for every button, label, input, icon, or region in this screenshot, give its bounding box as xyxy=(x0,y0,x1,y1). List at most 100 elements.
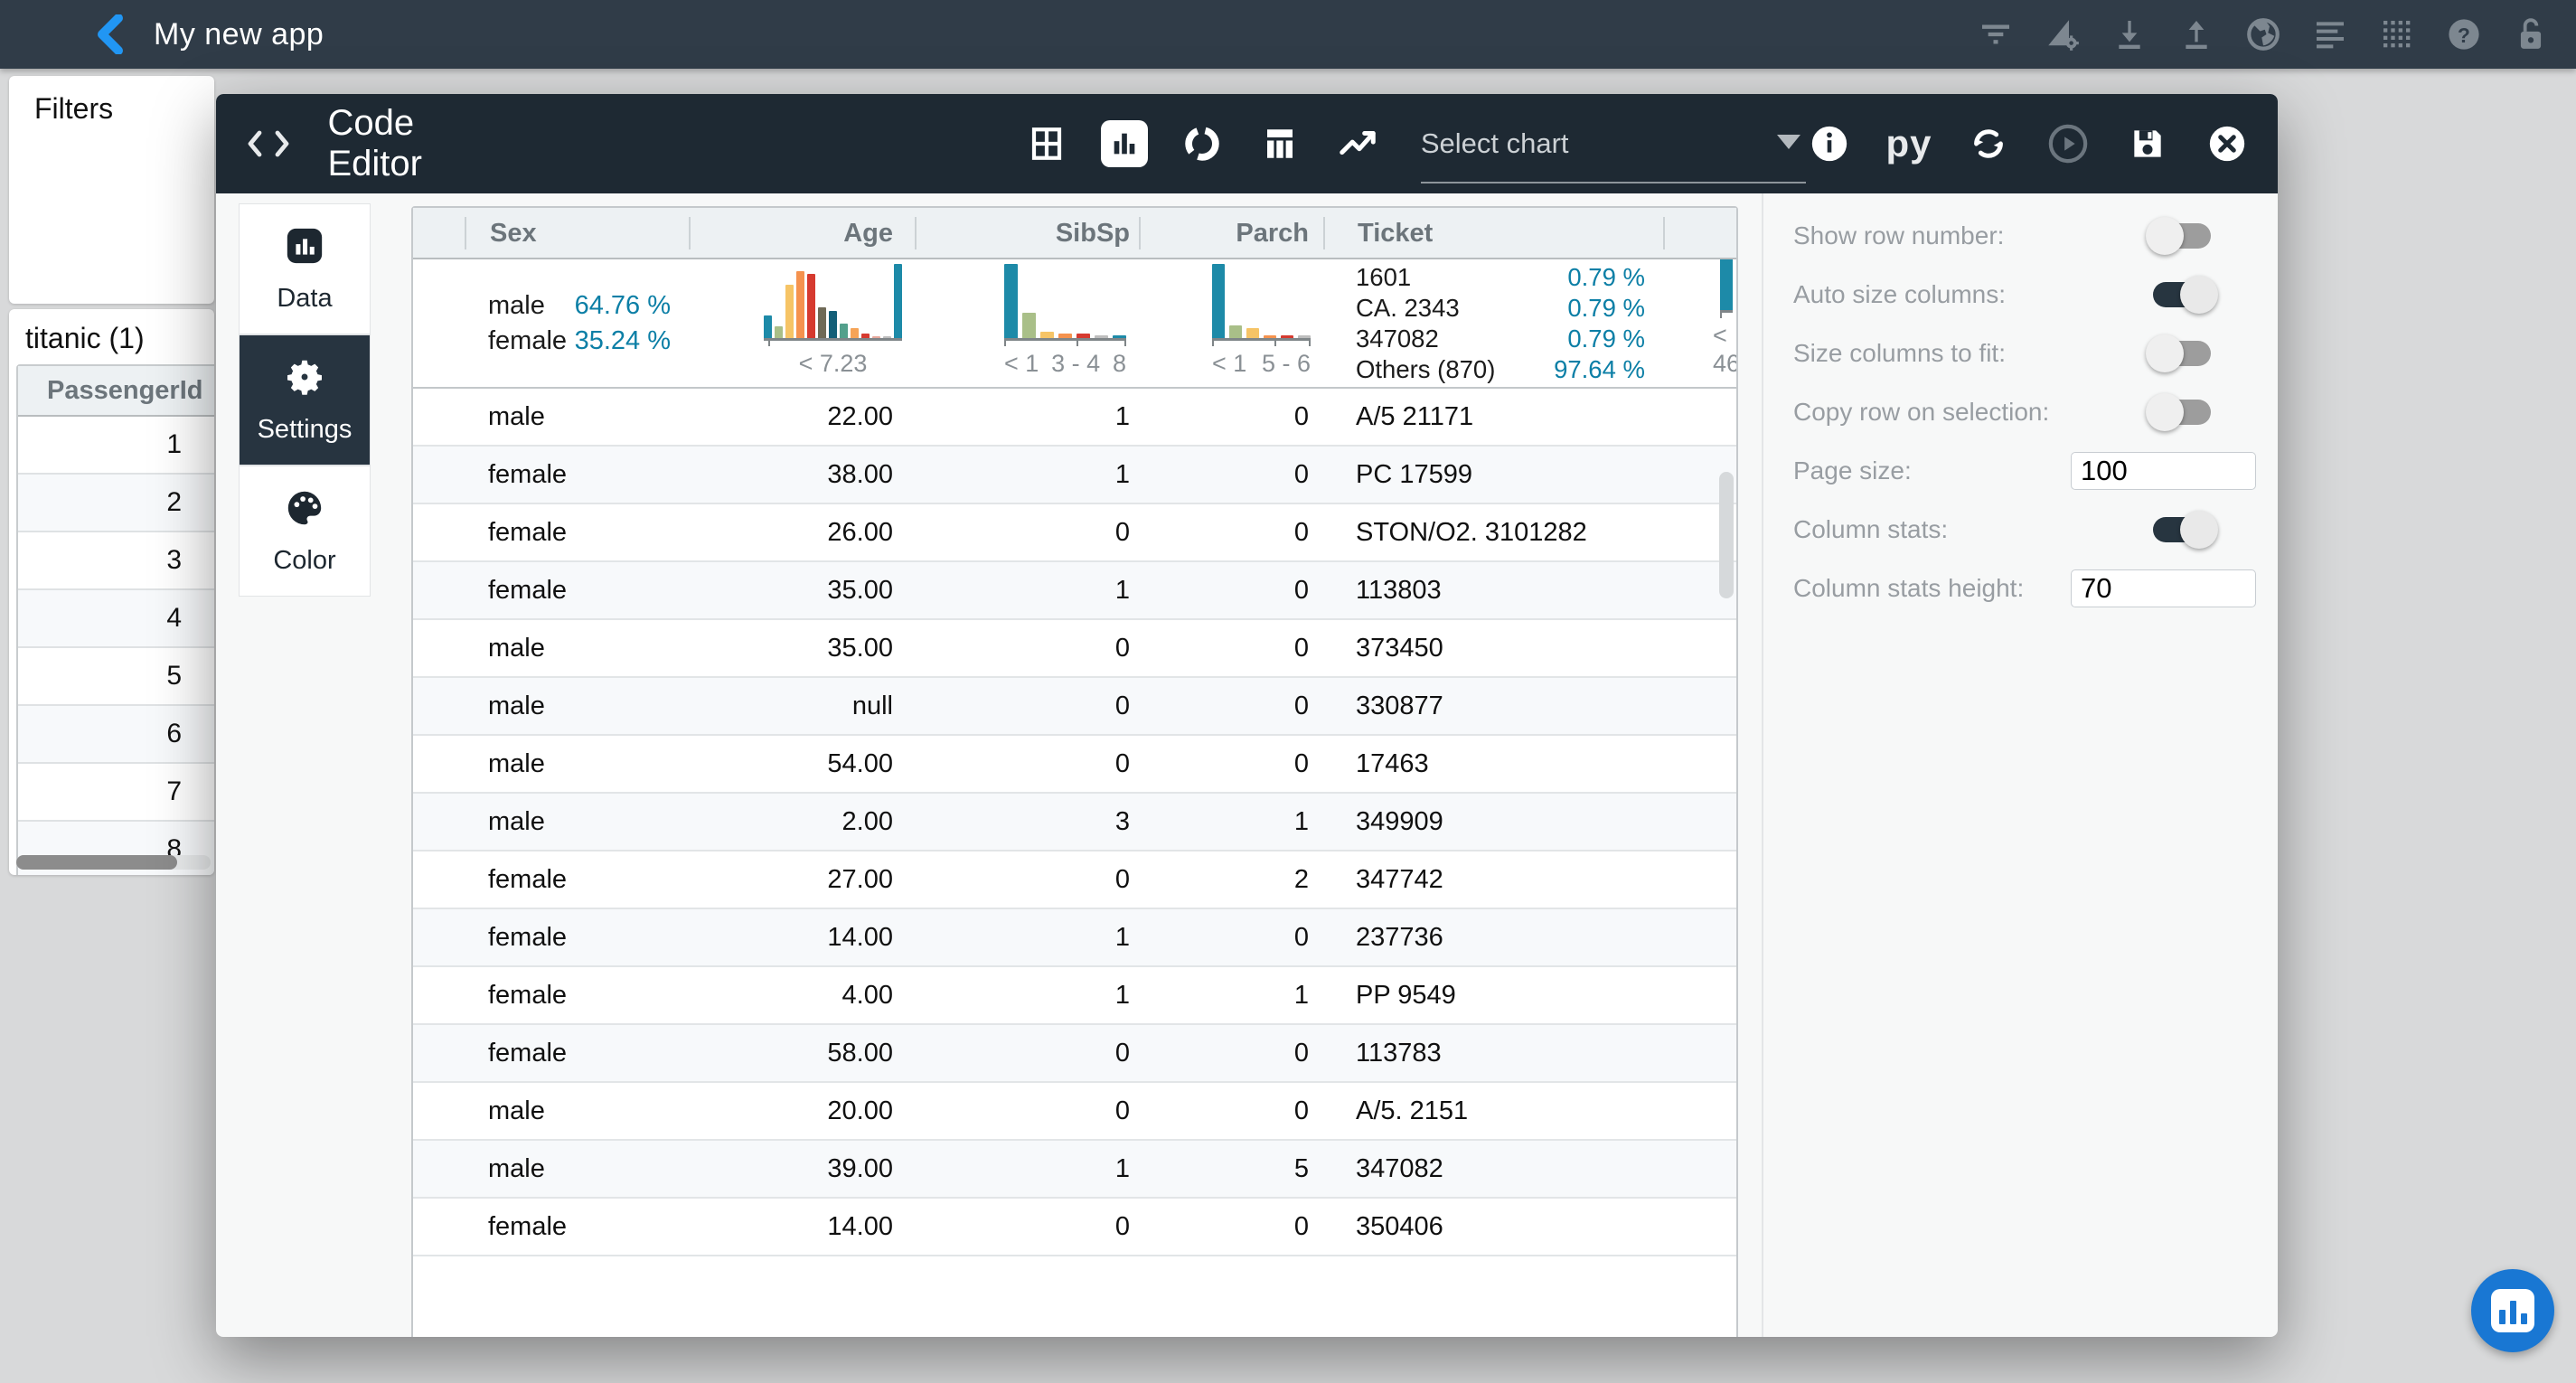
table-row[interactable]: female4.0011PP 9549 xyxy=(413,967,1736,1025)
cell-parch: 0 xyxy=(1139,1096,1323,1126)
cell-sex: female xyxy=(465,923,689,953)
column-header-parch[interactable]: Parch xyxy=(1139,217,1323,249)
back-button[interactable] xyxy=(90,14,130,54)
list-icon[interactable] xyxy=(2310,14,2350,54)
select-chart-dropdown[interactable]: Select chart xyxy=(1421,127,1806,160)
passengerid-column-header[interactable]: PassengerId xyxy=(18,376,202,406)
column-header-sex[interactable]: Sex xyxy=(465,217,689,249)
table-row[interactable]: 5 xyxy=(18,648,214,706)
setting-input[interactable] xyxy=(2071,569,2256,607)
bar-chart-icon[interactable] xyxy=(1101,120,1148,167)
ticket-stat-label: 1601 xyxy=(1356,262,1411,293)
table-vertical-scrollbar[interactable] xyxy=(1716,341,1735,1337)
table-row[interactable]: malenull00330877 xyxy=(413,678,1736,736)
scrollbar-thumb[interactable] xyxy=(16,855,177,870)
setting-label: Auto size columns: xyxy=(1793,280,2006,309)
column-header-ticket[interactable]: Ticket xyxy=(1323,217,1663,249)
setting-input[interactable] xyxy=(2071,452,2256,490)
grid-dots-icon[interactable] xyxy=(2377,14,2417,54)
upload-icon[interactable] xyxy=(2176,14,2216,54)
globe-icon[interactable] xyxy=(2243,14,2283,54)
table-row[interactable]: 1 xyxy=(18,417,214,475)
toggle-off[interactable] xyxy=(2153,341,2211,366)
toggle-knob[interactable] xyxy=(2146,334,2184,372)
column-header-gap xyxy=(413,217,465,249)
axis-tick xyxy=(1274,338,1276,346)
toggle-off[interactable] xyxy=(2153,400,2211,425)
histogram-bar xyxy=(1022,313,1036,338)
rail-tab-color[interactable]: Color xyxy=(239,466,371,597)
toggle-knob[interactable] xyxy=(2146,217,2184,255)
run-icon[interactable] xyxy=(2045,120,2092,167)
python-button[interactable]: py xyxy=(1885,120,1932,167)
app-title: My new app xyxy=(154,17,324,52)
setting-row: Size columns to fit: xyxy=(1793,324,2278,382)
table-row[interactable]: male20.0000A/5. 2151 xyxy=(413,1083,1736,1141)
histogram-bar xyxy=(1095,335,1108,338)
table-row[interactable]: male2.0031349909 xyxy=(413,794,1736,851)
cell-ticket: 237736 xyxy=(1323,923,1663,953)
cell-ticket: 347082 xyxy=(1323,1154,1663,1184)
toggle-on[interactable] xyxy=(2153,282,2211,307)
table-row[interactable]: male54.000017463 xyxy=(413,736,1736,794)
dropdown-underline xyxy=(1421,182,1806,183)
info-icon[interactable] xyxy=(1806,120,1853,167)
table-row[interactable]: female27.0002347742 xyxy=(413,851,1736,909)
column-stats-row: male64.76 %female35.24 % < 7.23 < 13 - 4… xyxy=(413,259,1736,389)
table-row[interactable]: female14.0010237736 xyxy=(413,909,1736,967)
table-row[interactable]: 2 xyxy=(18,475,214,532)
table-row[interactable]: male35.0000373450 xyxy=(413,620,1736,678)
caption-label: 8 xyxy=(1113,350,1126,378)
cell-sibsp: 0 xyxy=(915,1039,1139,1068)
table-row[interactable]: male39.0015347082 xyxy=(413,1141,1736,1199)
table-grid-icon[interactable] xyxy=(1023,120,1070,167)
column-header-age[interactable]: Age xyxy=(689,217,915,249)
table-row[interactable]: 4 xyxy=(18,590,214,648)
setting-label: Page size: xyxy=(1793,456,1912,485)
table-row[interactable]: female38.0010PC 17599 xyxy=(413,447,1736,504)
cell-parch: 0 xyxy=(1139,518,1323,548)
setting-label: Column stats: xyxy=(1793,515,1948,544)
toggle-knob[interactable] xyxy=(2180,511,2218,549)
column-table-icon[interactable] xyxy=(1256,120,1303,167)
toggle-on[interactable] xyxy=(2153,517,2211,542)
table-row[interactable]: 7 xyxy=(18,764,214,822)
refresh-icon[interactable] xyxy=(1965,120,2012,167)
scrollbar-thumb[interactable] xyxy=(1719,472,1734,598)
filter-icon[interactable] xyxy=(1976,14,2016,54)
lock-open-icon[interactable] xyxy=(2511,14,2551,54)
table-row[interactable]: female14.0000350406 xyxy=(413,1199,1736,1256)
cell-sibsp: 0 xyxy=(915,634,1139,663)
table-row[interactable]: female58.0000113783 xyxy=(413,1025,1736,1083)
close-icon[interactable] xyxy=(2204,120,2251,167)
download-icon[interactable] xyxy=(2110,14,2149,54)
setting-row: Copy row on selection: xyxy=(1793,382,2278,441)
svg-text:?: ? xyxy=(2458,24,2470,47)
help-icon[interactable]: ? xyxy=(2444,14,2484,54)
chart-fab-button[interactable] xyxy=(2471,1269,2554,1352)
toggle-knob[interactable] xyxy=(2180,276,2218,314)
table-row[interactable]: 3 xyxy=(18,532,214,590)
histogram-bar xyxy=(851,328,859,338)
table-row[interactable]: female26.0000STON/O2. 3101282 xyxy=(413,504,1736,562)
table-row[interactable]: male22.0010A/5 21171 xyxy=(413,389,1736,447)
histogram-bar xyxy=(1058,334,1072,338)
cell-parch: 0 xyxy=(1139,692,1323,721)
save-icon[interactable] xyxy=(2124,120,2171,167)
column-header-next xyxy=(1663,217,1736,249)
rail-tab-data[interactable]: Data xyxy=(239,203,371,334)
rail-tab-settings[interactable]: Settings xyxy=(239,334,371,466)
dialog-title: Code Editor xyxy=(327,103,516,184)
cell-parch: 0 xyxy=(1139,1212,1323,1242)
cell-age: 26.00 xyxy=(689,518,915,548)
dataset-horizontal-scrollbar[interactable] xyxy=(16,855,211,870)
table-row[interactable]: female35.0010113803 xyxy=(413,562,1736,620)
column-header-sibsp[interactable]: SibSp xyxy=(915,217,1139,249)
cell-ticket: PP 9549 xyxy=(1323,981,1663,1011)
toggle-off[interactable] xyxy=(2153,223,2211,249)
table-row[interactable]: 6 xyxy=(18,706,214,764)
chart-settings-icon[interactable] xyxy=(2043,14,2082,54)
donut-chart-icon[interactable] xyxy=(1179,120,1226,167)
line-chart-icon[interactable] xyxy=(1334,120,1381,167)
toggle-knob[interactable] xyxy=(2146,393,2184,431)
